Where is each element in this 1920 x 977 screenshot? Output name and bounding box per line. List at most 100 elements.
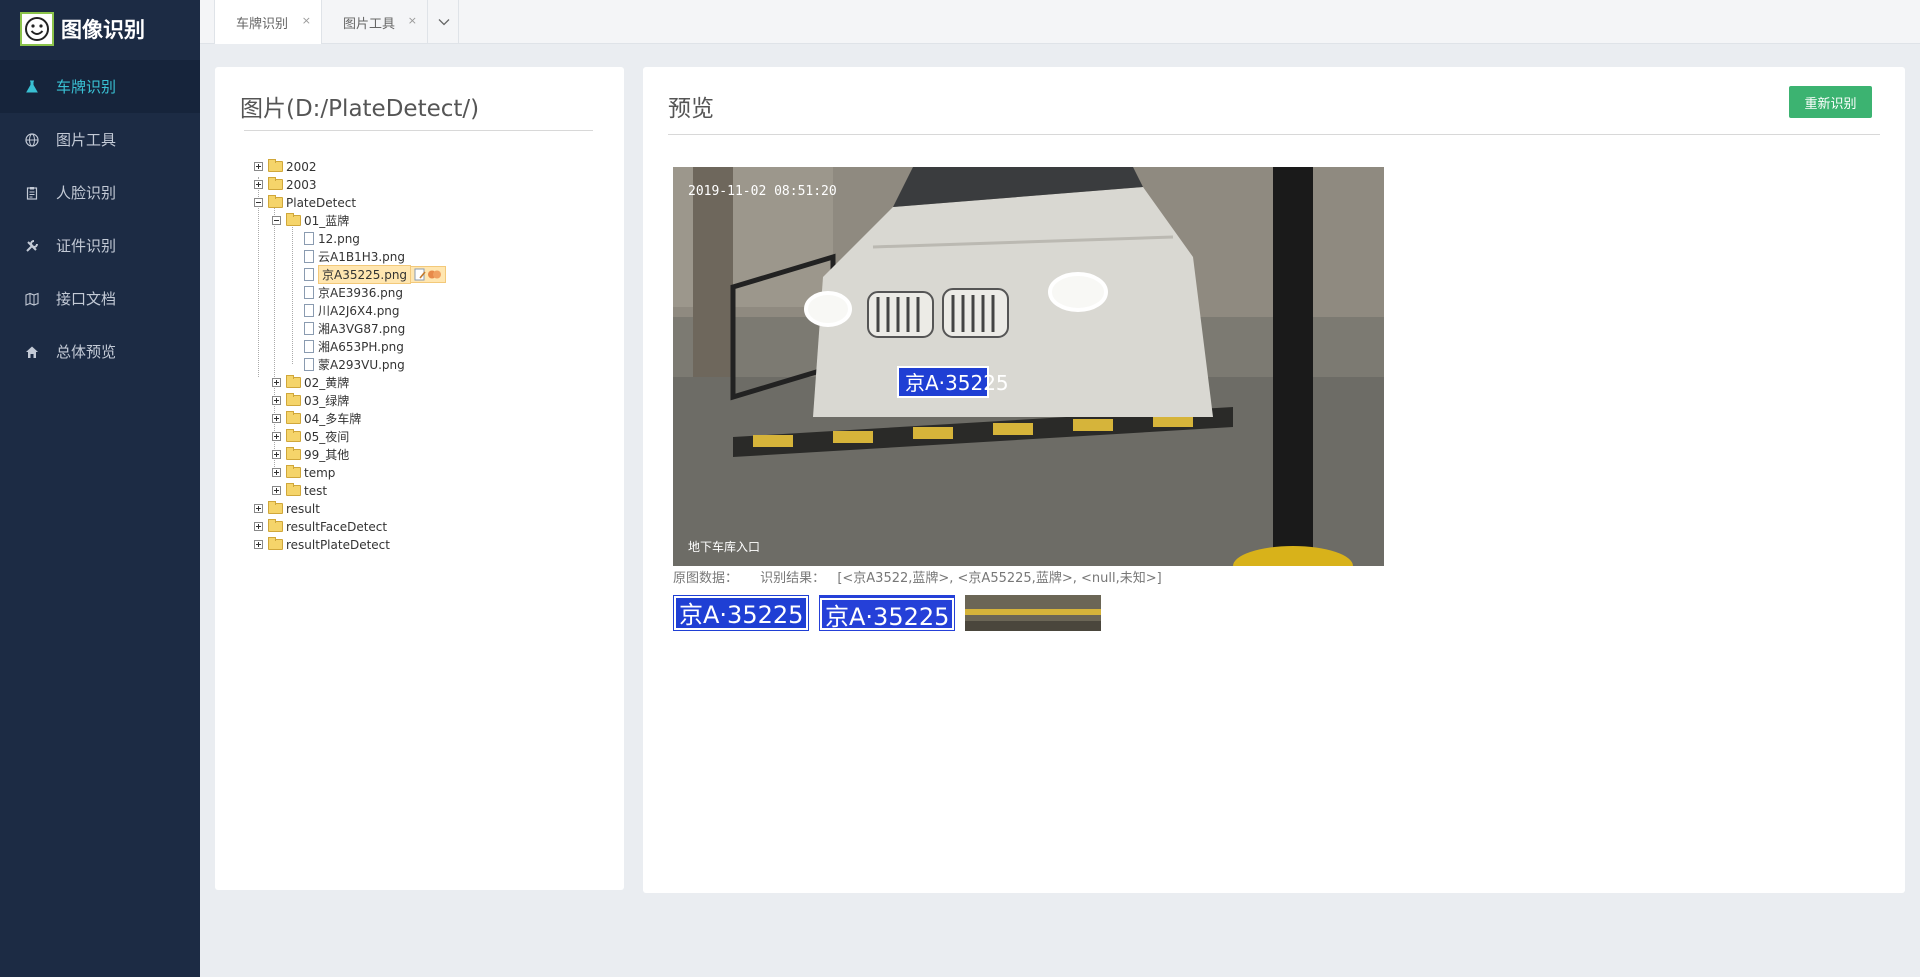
tree-file[interactable]: 湘A653PH.png: [304, 338, 404, 355]
tree-node-2002[interactable]: 2002: [254, 158, 317, 175]
folder-icon: [286, 429, 301, 442]
tree-node-label: 川A2J6X4.png: [318, 304, 400, 318]
tree-node-folder[interactable]: 02_黄牌: [272, 374, 349, 391]
sidebar-item-id-recognition[interactable]: 证件识别: [0, 219, 200, 272]
tree-node-label: resultFaceDetect: [286, 519, 388, 534]
plate-thumbnail[interactable]: 京A·35225: [673, 595, 809, 631]
image-folder-panel: 图片(D:/PlateDetect/) 2002 2003 PlateDetec…: [215, 67, 624, 890]
plate-thumbnail[interactable]: 京A·35225: [819, 595, 955, 631]
tree-node-label: 04_多车牌: [304, 412, 362, 426]
sidebar: 图像识别 车牌识别 图片工具 人脸识别 证件识别 接口文档 总体预览: [0, 0, 200, 977]
panel-title: 预览: [668, 96, 714, 122]
collapse-icon[interactable]: [254, 198, 263, 207]
tree-node-label: 湘A653PH.png: [318, 340, 404, 354]
sidebar-item-overview[interactable]: 总体预览: [0, 325, 200, 378]
preview-image: 京A·35225 2019-11-02 08:51:20 地下车库入口: [673, 167, 1384, 566]
app-logo: 图像识别: [0, 0, 200, 58]
redetect-button[interactable]: 重新识别: [1789, 86, 1872, 118]
app-title: 图像识别: [61, 18, 145, 42]
tree-node-label: 99_其他: [304, 448, 350, 462]
expand-icon[interactable]: [254, 162, 263, 171]
sidebar-item-label: 总体预览: [56, 343, 117, 361]
home-icon: [24, 344, 40, 360]
tree-node-2003[interactable]: 2003: [254, 176, 317, 193]
tree-node-label: 02_黄牌: [304, 376, 350, 390]
tree-file[interactable]: 京AE3936.png: [304, 284, 403, 301]
expand-icon[interactable]: [254, 522, 263, 531]
sidebar-item-api-docs[interactable]: 接口文档: [0, 272, 200, 325]
tree-node-label: 12.png: [318, 231, 360, 246]
tree-file[interactable]: 湘A3VG87.png: [304, 320, 405, 337]
expand-icon[interactable]: [272, 414, 281, 423]
chevron-down-icon: [438, 19, 449, 26]
expand-icon[interactable]: [272, 468, 281, 477]
tree-file[interactable]: 12.png: [304, 230, 360, 247]
tree-node-label: 蒙A293VU.png: [318, 358, 405, 372]
tree-node-folder[interactable]: 03_绿牌: [272, 392, 349, 409]
folder-icon: [268, 159, 283, 172]
tree-node-label: test: [304, 483, 328, 498]
tree-node-blue-plate[interactable]: 01_蓝牌: [272, 212, 349, 229]
sidebar-item-label: 接口文档: [56, 290, 117, 308]
close-icon[interactable]: ×: [302, 14, 311, 27]
tab-plate-recognition[interactable]: 车牌识别 ×: [214, 0, 321, 44]
tree-file[interactable]: 川A2J6X4.png: [304, 302, 400, 319]
expand-icon[interactable]: [272, 432, 281, 441]
tree-node-label: 05_夜间: [304, 430, 350, 444]
tree-node-folder[interactable]: resultPlateDetect: [254, 536, 390, 553]
node-actions: [411, 266, 447, 283]
result-value: [<京A3522,蓝牌>, <京A55225,蓝牌>, <null,未知>]: [837, 571, 1162, 586]
edit-icon[interactable]: [414, 268, 427, 281]
folder-icon: [268, 501, 283, 514]
file-icon: [304, 358, 314, 371]
expand-icon[interactable]: [272, 450, 281, 459]
file-icon: [304, 304, 314, 317]
plate-text: 京A·35225: [905, 371, 1009, 395]
globe-icon: [24, 132, 40, 148]
sidebar-item-label: 图片工具: [56, 131, 117, 149]
sidebar-item-label: 车牌识别: [56, 78, 117, 96]
expand-icon[interactable]: [254, 504, 263, 513]
tree-node-folder[interactable]: resultFaceDetect: [254, 518, 387, 535]
folder-icon: [268, 537, 283, 550]
tab-bar: 车牌识别 × 图片工具 ×: [200, 0, 1920, 44]
tab-image-tools[interactable]: 图片工具 ×: [321, 0, 428, 44]
tree-node-label: 01_蓝牌: [304, 214, 350, 228]
tree-node-folder[interactable]: result: [254, 500, 320, 517]
plate-thumbnail[interactable]: [965, 595, 1101, 631]
expand-icon[interactable]: [272, 396, 281, 405]
tree-node-platedetect[interactable]: PlateDetect: [254, 194, 356, 211]
tree-node-folder[interactable]: temp: [272, 464, 335, 481]
expand-icon[interactable]: [254, 180, 263, 189]
expand-icon[interactable]: [254, 540, 263, 549]
file-icon: [304, 232, 314, 245]
tree-file[interactable]: 蒙A293VU.png: [304, 356, 405, 373]
tree-node-label: 2002: [286, 159, 317, 174]
photo-timestamp: 2019-11-02 08:51:20: [688, 184, 837, 199]
sidebar-nav: 车牌识别 图片工具 人脸识别 证件识别 接口文档 总体预览: [0, 60, 200, 378]
sidebar-item-image-tools[interactable]: 图片工具: [0, 113, 200, 166]
flask-icon: [24, 79, 40, 95]
tab-label: 图片工具: [343, 16, 396, 32]
collapse-icon[interactable]: [272, 216, 281, 225]
tree-node-folder[interactable]: 04_多车牌: [272, 410, 361, 427]
tree-node-label: 云A1B1H3.png: [318, 250, 406, 264]
tree-node-label: result: [286, 501, 320, 516]
preview-panel: 预览 重新识别 京A·35225 2019-11-02 08:51:20 地下车…: [643, 67, 1905, 893]
file-icon: [304, 268, 314, 281]
close-icon[interactable]: ×: [408, 14, 417, 27]
sidebar-item-plate-recognition[interactable]: 车牌识别: [0, 60, 200, 113]
sidebar-item-face-recognition[interactable]: 人脸识别: [0, 166, 200, 219]
tab-more-button[interactable]: [429, 0, 459, 44]
tree-node-folder[interactable]: 99_其他: [272, 446, 349, 463]
panel-title: 图片(D:/PlateDetect/): [240, 96, 480, 122]
tree-node-folder[interactable]: test: [272, 482, 327, 499]
tree-node-folder[interactable]: 05_夜间: [272, 428, 349, 445]
tree-file-selected[interactable]: 京A35225.png: [304, 265, 447, 284]
expand-icon[interactable]: [272, 486, 281, 495]
delete-icon[interactable]: [427, 268, 442, 281]
sidebar-item-label: 证件识别: [56, 237, 117, 255]
tree-file[interactable]: 云A1B1H3.png: [304, 248, 405, 265]
tools-icon: [24, 238, 40, 254]
expand-icon[interactable]: [272, 378, 281, 387]
